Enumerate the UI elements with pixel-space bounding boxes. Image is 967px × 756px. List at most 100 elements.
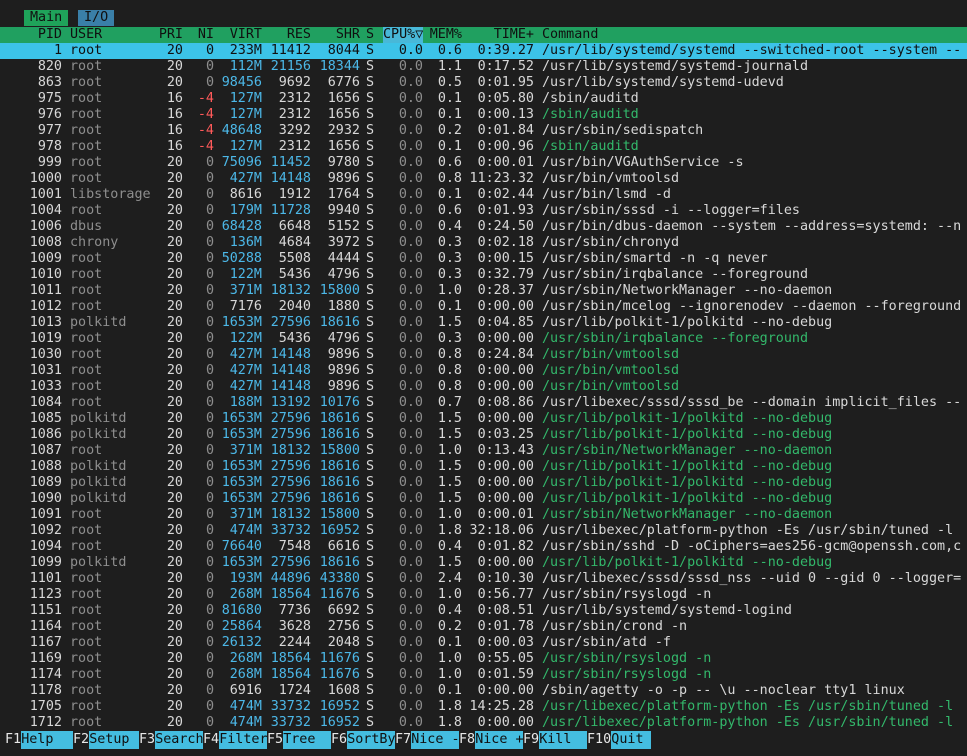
process-time: 0:08.51 bbox=[477, 603, 534, 618]
process-cpu: 0.0 bbox=[398, 715, 423, 730]
process-shr: 4796 bbox=[327, 267, 360, 282]
process-row[interactable]: 1705 root 20 0 474M 33732 16952 S 0.0 1.8 14:25.28… bbox=[0, 699, 967, 715]
process-row[interactable]: 976 root 16 -4 127M 2312 1656 S 0.0 0.1 0:00.13/sb… bbox=[0, 107, 967, 123]
fkey-tree-key[interactable]: F5 bbox=[267, 731, 283, 749]
process-shr: 18344 bbox=[319, 59, 360, 74]
fkey-label-kill[interactable]: Kill bbox=[539, 731, 587, 749]
process-user: root bbox=[70, 635, 103, 650]
process-user: polkitd bbox=[70, 411, 127, 426]
process-cpu: 0.0 bbox=[398, 107, 423, 122]
process-row[interactable]: 1085 polkitd 20 0 1653M 27596 18616 S 0.0 1.5 0:00… bbox=[0, 411, 967, 427]
process-mem: 1.5 bbox=[437, 427, 462, 442]
col-header-ni[interactable]: NI bbox=[188, 27, 214, 43]
col-header-time[interactable]: TIME+ bbox=[468, 27, 534, 43]
col-header-state[interactable]: S bbox=[366, 27, 378, 43]
process-state: S bbox=[366, 91, 375, 106]
fkey-kill-key[interactable]: F9 bbox=[523, 731, 539, 749]
fkey-label-filter[interactable]: Filter bbox=[219, 731, 268, 749]
process-row[interactable]: 978 root 16 -4 127M 2312 1656 S 0.0 0.1 0:00.96/sb… bbox=[0, 139, 967, 155]
fkey-label-setup[interactable]: Setup bbox=[89, 731, 139, 749]
process-row[interactable]: 1012 root 20 0 7176 2040 1880 S 0.0 0.1 0:00.00/us… bbox=[0, 299, 967, 315]
process-row[interactable]: 820 root 20 0 112M 21156 18344 S 0.0 1.1 0:17.52/u… bbox=[0, 59, 967, 75]
process-command: /usr/sbin/smartd -n -q never bbox=[542, 251, 768, 266]
fkey-label-nice[interactable]: Nice + bbox=[475, 731, 524, 749]
process-mem: 0.1 bbox=[437, 299, 462, 314]
process-time: 0:02.18 bbox=[477, 235, 534, 250]
process-row[interactable]: 1001 libstorage 20 0 8616 1912 1764 S 0.0 0.1 0:02… bbox=[0, 187, 967, 203]
process-row[interactable]: 1004 root 20 0 179M 11728 9940 S 0.0 0.6 0:01.93/u… bbox=[0, 203, 967, 219]
process-row[interactable]: 1712 root 20 0 474M 33732 16952 S 0.0 1.8 0:00.00 /… bbox=[0, 715, 967, 731]
process-row[interactable]: 1009 root 20 0 50288 5508 4444 S 0.0 0.3 0:00.15/u… bbox=[0, 251, 967, 267]
fkey-sortby-key[interactable]: F6 bbox=[331, 731, 347, 749]
col-header-shr[interactable]: SHR bbox=[316, 27, 360, 43]
fkey-label-quit[interactable]: Quit bbox=[611, 731, 652, 749]
process-row[interactable]: 1101 root 20 0 193M 44896 43380 S 0.0 2.4 0:10.30 /… bbox=[0, 571, 967, 587]
fkey-setup-key[interactable]: F2 bbox=[73, 731, 89, 749]
process-row[interactable]: 1030 root 20 0 427M 14148 9896 S 0.0 0.8 0:24.84/u… bbox=[0, 347, 967, 363]
process-row[interactable]: 999 root 20 0 75096 11452 9780 S 0.0 0.6 0:00.01/u… bbox=[0, 155, 967, 171]
process-row[interactable]: 1088 polkitd 20 0 1653M 27596 18616 S 0.0 1.5 0:00… bbox=[0, 459, 967, 475]
process-mem: 0.2 bbox=[437, 619, 462, 634]
process-row[interactable]: 1006 dbus 20 0 68428 6648 5152 S 0.0 0.4 0:24.50/u… bbox=[0, 219, 967, 235]
process-row[interactable]: 1019 root 20 0 122M 5436 4796 S 0.0 0.3 0:00.00/us… bbox=[0, 331, 967, 347]
process-nice: 0 bbox=[205, 475, 214, 490]
fkey-label-search[interactable]: Search bbox=[155, 731, 204, 749]
col-header-virt[interactable]: VIRT bbox=[218, 27, 262, 43]
process-time: 0:17.52 bbox=[477, 59, 534, 74]
process-row[interactable]: 1008 chrony 20 0 136M 4684 3972 S 0.0 0.3 0:02.18 /… bbox=[0, 235, 967, 251]
process-row[interactable]: 1123 root 20 0 268M 18564 11676 S 0.0 1.0 0:56.77 /… bbox=[0, 587, 967, 603]
process-row[interactable]: 1174 root 20 0 268M 18564 11676 S 0.0 1.0 0:01.59 /… bbox=[0, 667, 967, 683]
process-row[interactable]: 1010 root 20 0 122M 5436 4796 S 0.0 0.3 0:32.79/us… bbox=[0, 267, 967, 283]
process-row[interactable]: 1094 root 20 0 76640 7548 6616 S 0.0 0.4 0:01.82/u… bbox=[0, 539, 967, 555]
col-header-command[interactable]: Command bbox=[542, 27, 967, 43]
fkey-nice-key[interactable]: F8 bbox=[459, 731, 475, 749]
col-header-mem[interactable]: MEM% bbox=[427, 27, 462, 43]
process-cpu: 0.0 bbox=[398, 235, 423, 250]
process-res: 27596 bbox=[270, 427, 311, 442]
process-pid: 1094 bbox=[29, 539, 62, 554]
process-row[interactable]: 1090 polkitd 20 0 1653M 27596 18616 S 0.0 1.5 0:00… bbox=[0, 491, 967, 507]
process-row[interactable]: 1013 polkitd 20 0 1653M 27596 18616 S 0.0 1.5 0:04… bbox=[0, 315, 967, 331]
process-row[interactable]: 1087 root 20 0 371M 18132 15800 S 0.0 1.0 0:13.43 /… bbox=[0, 443, 967, 459]
process-row[interactable]: 1000 root 20 0 427M 14148 9896 S 0.0 0.8 11:23.32 /… bbox=[0, 171, 967, 187]
process-row[interactable]: 1151 root 20 0 81680 7736 6692 S 0.0 0.4 0:08.51/u… bbox=[0, 603, 967, 619]
col-header-pri[interactable]: PRI bbox=[150, 27, 183, 43]
process-row[interactable]: 1099 polkitd 20 0 1653M 27596 18616 S 0.0 1.5 0:00… bbox=[0, 555, 967, 571]
fkey-label-sortby[interactable]: SortBy bbox=[347, 731, 396, 749]
col-header-pid[interactable]: PID bbox=[0, 27, 62, 43]
process-row[interactable]: 1084 root 20 0 188M 13192 10176 S 0.0 0.7 0:08.86 /… bbox=[0, 395, 967, 411]
process-row[interactable]: 1092 root 20 0 474M 33732 16952 S 0.0 1.8 32:18.06… bbox=[0, 523, 967, 539]
process-row[interactable]: 1033 root 20 0 427M 14148 9896 S 0.0 0.8 0:00.00/u… bbox=[0, 379, 967, 395]
fkey-label-tree[interactable]: Tree bbox=[283, 731, 331, 749]
process-mem: 2.4 bbox=[437, 571, 462, 586]
process-row[interactable]: 1089 polkitd 20 0 1653M 27596 18616 S 0.0 1.5 0:00… bbox=[0, 475, 967, 491]
process-row[interactable]: 977 root 16 -4 48648 3292 2932 S 0.0 0.2 0:01.84/u… bbox=[0, 123, 967, 139]
col-header-cpu[interactable]: CPU%▽ bbox=[383, 27, 423, 43]
tab-main[interactable]: Main bbox=[24, 10, 69, 26]
process-row[interactable]: 1031 root 20 0 427M 14148 9896 S 0.0 0.8 0:00.00/u… bbox=[0, 363, 967, 379]
process-row[interactable]: 1164 root 20 0 25864 3628 2756 S 0.0 0.2 0:01.78/u… bbox=[0, 619, 967, 635]
fkey-search-key[interactable]: F3 bbox=[139, 731, 155, 749]
process-row[interactable]: 1011 root 20 0 371M 18132 15800 S 0.0 1.0 0:28.37 /… bbox=[0, 283, 967, 299]
process-mem: 0.4 bbox=[437, 603, 462, 618]
fkey-label-nice[interactable]: Nice - bbox=[411, 731, 460, 749]
process-row[interactable]: 863 root 20 0 98456 9692 6776 S 0.0 0.5 0:01.95/us… bbox=[0, 75, 967, 91]
fkey-quit-key[interactable]: F10 bbox=[587, 731, 611, 749]
process-mem: 0.6 bbox=[437, 43, 462, 58]
process-row[interactable]: 1086 polkitd 20 0 1653M 27596 18616 S 0.0 1.5 0:03… bbox=[0, 427, 967, 443]
fkey-nice-key[interactable]: F7 bbox=[395, 731, 411, 749]
col-header-res[interactable]: RES bbox=[264, 27, 311, 43]
process-state: S bbox=[366, 363, 375, 378]
process-row[interactable]: 1091 root 20 0 371M 18132 15800 S 0.0 1.0 0:00.01 /… bbox=[0, 507, 967, 523]
process-state: S bbox=[366, 507, 375, 522]
fkey-help-key[interactable]: F1 bbox=[5, 731, 21, 749]
fkey-label-help[interactable]: Help bbox=[21, 731, 73, 749]
process-row[interactable]: 1167 root 20 0 26132 2244 2048 S 0.0 0.1 0:00.03/u… bbox=[0, 635, 967, 651]
col-header-user[interactable]: USER bbox=[70, 27, 158, 43]
process-row[interactable]: 1169 root 20 0 268M 18564 11676 S 0.0 1.0 0:55.05 /… bbox=[0, 651, 967, 667]
tab-io[interactable]: I/O bbox=[78, 10, 115, 26]
process-row[interactable]: 975 root 16 -4 127M 2312 1656 S 0.0 0.1 0:05.80/sb… bbox=[0, 91, 967, 107]
process-row[interactable]: 1178 root 20 0 6916 1724 1608 S 0.0 0.1 0:00.00/sb… bbox=[0, 683, 967, 699]
fkey-filter-key[interactable]: F4 bbox=[203, 731, 219, 749]
process-row[interactable]: 1 root 20 0 233M 11412 8044 S 0.0 0.6 0:39.27/usr/… bbox=[0, 43, 967, 59]
